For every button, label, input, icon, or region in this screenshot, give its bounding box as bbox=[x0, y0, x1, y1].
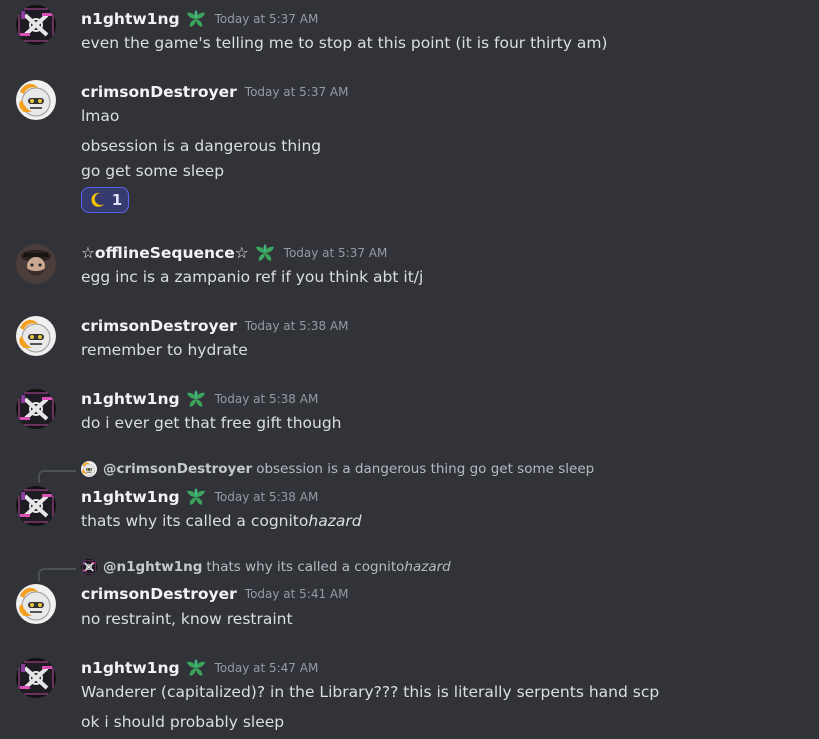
reaction-count: 1 bbox=[111, 191, 123, 209]
message-header: n1ghtw1ng Today at 5:37 AM bbox=[81, 8, 318, 30]
timestamp[interactable]: Today at 5:47 AM bbox=[215, 661, 319, 675]
message-content: egg inc is a zampanio ref if you think a… bbox=[81, 268, 424, 286]
message-header: n1ghtw1ng Today at 5:47 AM bbox=[81, 657, 318, 679]
avatar[interactable] bbox=[16, 244, 56, 284]
message-content: obsession is a dangerous thing bbox=[81, 137, 322, 155]
message-content: ok i should probably sleep bbox=[81, 713, 285, 731]
sprout-role-icon[interactable] bbox=[254, 243, 276, 263]
username[interactable]: crimsonDestroyer bbox=[81, 317, 237, 335]
username[interactable]: n1ghtw1ng bbox=[81, 10, 180, 28]
message-content: do i ever get that free gift though bbox=[81, 414, 342, 432]
timestamp[interactable]: Today at 5:41 AM bbox=[245, 587, 349, 601]
avatar-crimsonDestroyer-icon bbox=[16, 80, 56, 120]
crescent-moon-emoji-icon bbox=[88, 191, 106, 209]
avatar-n1ghtw1ng-icon bbox=[81, 559, 97, 575]
avatar-offlineSequence-icon bbox=[16, 244, 56, 284]
avatar-n1ghtw1ng-icon bbox=[16, 658, 56, 698]
username[interactable]: n1ghtw1ng bbox=[81, 488, 180, 506]
sprout-role-icon[interactable] bbox=[185, 389, 207, 409]
timestamp[interactable]: Today at 5:37 AM bbox=[245, 85, 349, 99]
message-header: crimsonDestroyer Today at 5:37 AM bbox=[81, 81, 349, 103]
reply-avatar bbox=[81, 461, 97, 477]
reply-username[interactable]: @n1ghtw1ng bbox=[103, 559, 202, 575]
reply-italic-text: hazard bbox=[404, 559, 451, 575]
reply-avatar bbox=[81, 559, 97, 575]
avatar[interactable] bbox=[16, 658, 56, 698]
reply-text: thats why its called a cognito bbox=[206, 559, 405, 575]
sprout-role-icon[interactable] bbox=[185, 658, 207, 678]
timestamp[interactable]: Today at 5:38 AM bbox=[215, 490, 319, 504]
sprout-role-icon[interactable] bbox=[185, 487, 207, 507]
timestamp[interactable]: Today at 5:38 AM bbox=[215, 392, 319, 406]
avatar-n1ghtw1ng-icon bbox=[16, 5, 56, 45]
message-header: ☆offlineSequence☆ Today at 5:37 AM bbox=[81, 242, 387, 264]
message-content: go get some sleep bbox=[81, 162, 225, 180]
reply-username[interactable]: @crimsonDestroyer bbox=[103, 461, 252, 477]
username[interactable]: crimsonDestroyer bbox=[81, 585, 237, 603]
sprout-role-icon[interactable] bbox=[185, 9, 207, 29]
avatar-n1ghtw1ng-icon bbox=[16, 389, 56, 429]
message-header: n1ghtw1ng Today at 5:38 AM bbox=[81, 388, 318, 410]
avatar-crimsonDestroyer-icon bbox=[16, 584, 56, 624]
reply-text: obsession is a dangerous thing go get so… bbox=[256, 461, 595, 477]
avatar[interactable] bbox=[16, 584, 56, 624]
username[interactable]: n1ghtw1ng bbox=[81, 659, 180, 677]
message-header: crimsonDestroyer Today at 5:38 AM bbox=[81, 315, 349, 337]
message-content: no restraint, know restraint bbox=[81, 610, 293, 628]
chat-messages: n1ghtw1ng Today at 5:37 AM even the game… bbox=[0, 0, 819, 739]
reply-reference[interactable]: @n1ghtw1ng thats why its called a cognit… bbox=[81, 558, 451, 576]
message-header: n1ghtw1ng Today at 5:38 AM bbox=[81, 486, 318, 508]
message-content: remember to hydrate bbox=[81, 341, 248, 359]
timestamp[interactable]: Today at 5:37 AM bbox=[284, 246, 388, 260]
reply-spine bbox=[38, 470, 76, 483]
avatar-n1ghtw1ng-icon bbox=[16, 486, 56, 526]
avatar[interactable] bbox=[16, 80, 56, 120]
message-header: crimsonDestroyer Today at 5:41 AM bbox=[81, 583, 349, 605]
avatar[interactable] bbox=[16, 486, 56, 526]
reaction-button[interactable]: 1 bbox=[81, 187, 129, 213]
avatar[interactable] bbox=[16, 316, 56, 356]
message-content: lmao bbox=[81, 107, 120, 125]
message-content: Wanderer (capitalized)? in the Library??… bbox=[81, 683, 660, 701]
avatar[interactable] bbox=[16, 389, 56, 429]
reply-reference[interactable]: @crimsonDestroyer obsession is a dangero… bbox=[81, 460, 594, 478]
message-content: even the game's telling me to stop at th… bbox=[81, 34, 608, 52]
timestamp[interactable]: Today at 5:38 AM bbox=[245, 319, 349, 333]
avatar[interactable] bbox=[16, 5, 56, 45]
timestamp[interactable]: Today at 5:37 AM bbox=[215, 12, 319, 26]
username[interactable]: ☆offlineSequence☆ bbox=[81, 244, 249, 262]
message-italic-text: hazard bbox=[308, 512, 362, 530]
username[interactable]: n1ghtw1ng bbox=[81, 390, 180, 408]
username[interactable]: crimsonDestroyer bbox=[81, 83, 237, 101]
avatar-crimsonDestroyer-icon bbox=[81, 461, 97, 477]
avatar-crimsonDestroyer-icon bbox=[16, 316, 56, 356]
message-content: thats why its called a cognitohazard bbox=[81, 510, 362, 532]
message-text: thats why its called a cognito bbox=[81, 512, 309, 530]
reply-spine bbox=[38, 568, 76, 581]
